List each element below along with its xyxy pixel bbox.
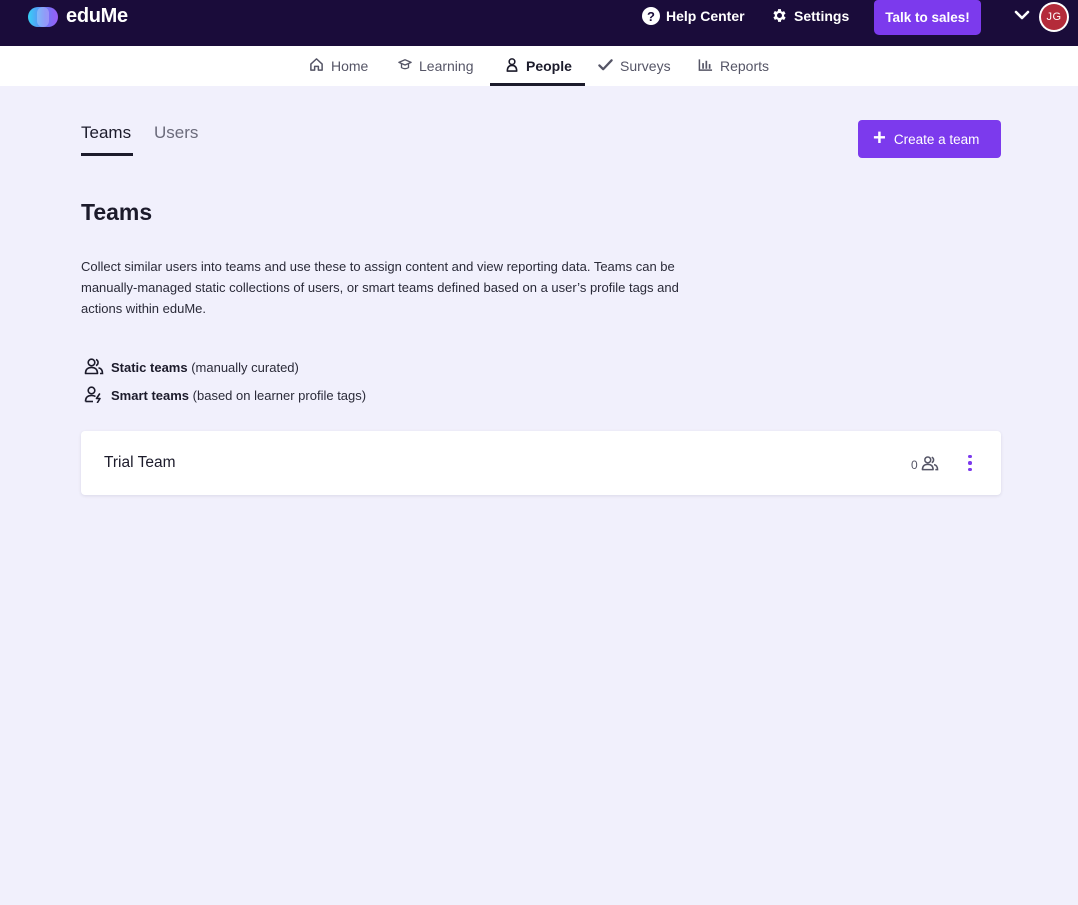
legend-smart-desc: (based on learner profile tags) (189, 388, 367, 403)
question-circle-icon: ? (642, 7, 660, 25)
nav-active-indicator (490, 83, 585, 86)
tab-teams[interactable]: Teams (81, 123, 131, 143)
help-center-link[interactable]: ? Help Center (642, 7, 745, 25)
create-team-button[interactable]: + Create a team (858, 120, 1001, 158)
nav-label-reports: Reports (720, 58, 770, 74)
home-icon (309, 57, 324, 75)
legend-static-title: Static teams (111, 360, 188, 375)
tab-active-indicator (81, 153, 133, 156)
team-name[interactable]: Trial Team (104, 454, 176, 472)
team-card[interactable]: Trial Team 0 (81, 431, 1001, 495)
legend-smart-title: Smart teams (111, 388, 190, 403)
bar-chart-icon (698, 58, 713, 75)
nav-label-home: Home (331, 58, 369, 74)
nav-label-surveys: Surveys (620, 58, 671, 74)
nav-item-home[interactable]: Home (309, 46, 368, 86)
legend-static-desc: (manually curated) (187, 360, 299, 375)
people-icon (921, 455, 939, 474)
member-count: 0 (911, 455, 939, 474)
avatar-initials: JG (1041, 4, 1067, 30)
main-nav: Home Learning People Surveys Reports (0, 46, 1078, 86)
member-count-value: 0 (911, 457, 918, 472)
page-title: Teams (81, 199, 153, 225)
edume-logo[interactable]: eduMe (28, 5, 128, 28)
page-description: Collect similar users into teams and use… (81, 259, 679, 316)
check-icon (598, 58, 613, 75)
gear-icon (771, 7, 788, 24)
logo-text: eduMe (66, 5, 128, 27)
nav-item-learning[interactable]: Learning (398, 46, 474, 86)
smart-team-icon (84, 385, 104, 406)
settings-link[interactable]: Settings (771, 7, 849, 24)
create-team-label: Create a team (893, 131, 980, 147)
more-options-icon[interactable] (965, 453, 975, 473)
nav-item-people[interactable]: People (505, 46, 572, 86)
nav-item-surveys[interactable]: Surveys (598, 46, 671, 86)
nav-item-reports[interactable]: Reports (698, 46, 769, 86)
settings-label: Settings (794, 7, 850, 24)
top-bar: eduMe ? Help Center Settings Talk to sal… (0, 0, 1078, 46)
tab-users[interactable]: Users (154, 123, 198, 143)
person-icon (505, 57, 519, 75)
static-team-icon (84, 357, 104, 378)
legend-static-teams: Static teams (manually curated) (84, 357, 299, 378)
avatar[interactable]: JG (1039, 2, 1069, 32)
graduation-cap-icon (398, 58, 412, 75)
talk-to-sales-button[interactable]: Talk to sales! (874, 0, 981, 35)
plus-icon: + (873, 125, 886, 150)
help-center-label: Help Center (666, 8, 745, 24)
logo-mark-icon (28, 6, 58, 27)
nav-label-learning: Learning (419, 58, 474, 74)
nav-label-people: People (526, 58, 572, 74)
chevron-down-icon[interactable] (1014, 7, 1030, 28)
legend-smart-teams: Smart teams (based on learner profile ta… (84, 385, 366, 406)
